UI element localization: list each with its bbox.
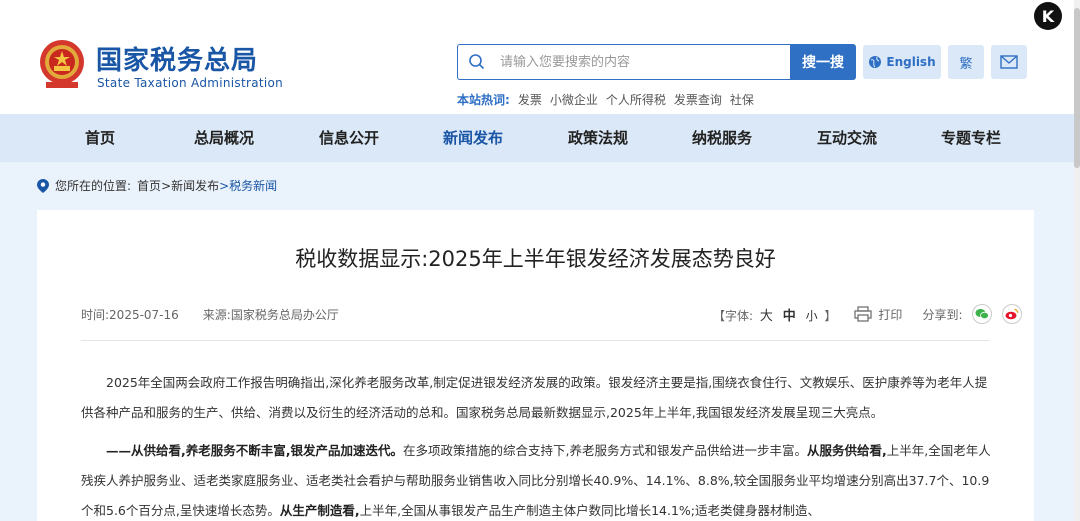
hotword-link[interactable]: 个人所得税	[606, 91, 666, 108]
font-size-large-button[interactable]: 大	[760, 309, 773, 324]
search-input[interactable]	[500, 51, 780, 73]
mail-button[interactable]	[991, 45, 1027, 79]
nav-item-home[interactable]: 首页	[40, 127, 160, 148]
nav-item-news[interactable]: 新闻发布	[413, 127, 533, 148]
globe-icon	[869, 56, 882, 68]
meta-divider	[81, 340, 990, 341]
share-label: 分享到:	[922, 307, 963, 322]
share-wechat-button[interactable]	[972, 304, 993, 324]
share-weibo-button[interactable]	[1002, 304, 1023, 324]
font-size-label-close: 】	[824, 308, 837, 323]
article-time: 时间:2025-07-16	[81, 308, 179, 322]
nav-item-interaction[interactable]: 互动交流	[787, 127, 907, 148]
font-size-small-button[interactable]: 小	[806, 309, 818, 323]
article-title: 税收数据显示:2025年上半年银发经济发展态势良好	[295, 247, 776, 271]
breadcrumb-prefix: 您所在的位置:	[55, 179, 132, 193]
weibo-icon	[1005, 308, 1019, 320]
extension-badge-icon[interactable]: K	[1034, 2, 1062, 30]
nav-item-info-disclosure[interactable]: 信息公开	[289, 127, 409, 148]
print-icon[interactable]	[854, 306, 873, 322]
breadcrumb-tax-news[interactable]: >税务新闻	[219, 179, 277, 193]
hotwords: 本站热词: 发票 小微企业 个人所得税 发票查询 社保	[457, 91, 754, 108]
main-nav: 首页 总局概况 信息公开 新闻发布 政策法规 纳税服务 互动交流 专题专栏	[0, 114, 1074, 162]
hotword-link[interactable]: 小微企业	[550, 91, 598, 108]
search-button[interactable]: 搜一搜	[790, 44, 856, 80]
hotword-link[interactable]: 发票查询	[674, 91, 722, 108]
hotword-link[interactable]: 发票	[518, 91, 542, 108]
search-box	[457, 44, 791, 80]
hotwords-label: 本站热词:	[457, 93, 510, 107]
national-emblem-icon[interactable]	[38, 38, 86, 90]
site-name-english[interactable]: State Taxation Administration	[97, 76, 283, 90]
page-scrollbar-thumb[interactable]	[1074, 8, 1080, 168]
breadcrumb-news[interactable]: >新闻发布	[161, 179, 219, 193]
article-meta: 时间:2025-07-16 来源:国家税务总局办公厅	[81, 306, 339, 323]
nav-item-policy[interactable]: 政策法规	[538, 127, 658, 148]
article-source: 来源:国家税务总局办公厅	[202, 308, 339, 322]
hotword-link[interactable]: 社保	[730, 91, 754, 108]
search-icon	[469, 54, 485, 70]
nav-item-special-topics[interactable]: 专题专栏	[911, 127, 1031, 148]
nav-item-tax-service[interactable]: 纳税服务	[662, 127, 782, 148]
font-size-label: 【字体:	[713, 308, 754, 323]
mail-icon	[1000, 55, 1018, 69]
site-name-chinese[interactable]: 国家税务总局	[96, 40, 258, 77]
english-button[interactable]: English	[863, 45, 941, 79]
print-button[interactable]: 打印	[878, 306, 902, 323]
article-paragraph-1: 2025年全国两会政府工作报告明确指出,深化养老服务改革,制定促进银发经济发展的…	[81, 375, 988, 420]
wechat-icon	[975, 309, 990, 320]
article-card: 税收数据显示:2025年上半年银发经济发展态势良好 时间:2025-07-16 …	[37, 210, 1034, 521]
article-tools: 【字体: 大 中 小 】 打印 分享到:	[713, 304, 1023, 324]
nav-item-overview[interactable]: 总局概况	[164, 127, 284, 148]
traditional-chinese-button[interactable]: 繁	[948, 45, 984, 79]
breadcrumb-home[interactable]: 首页	[137, 179, 161, 193]
article-paragraph-2: ——从供给看,养老服务不断丰富,银发产品加速迭代。在多项政策措施的综合支持下,养…	[81, 443, 991, 518]
font-size-medium-button[interactable]: 中	[783, 309, 796, 324]
site-header: 国家税务总局 State Taxation Administration 搜一搜…	[0, 0, 1074, 114]
location-pin-icon	[37, 178, 49, 193]
breadcrumb: 您所在的位置: 首页>新闻发布>税务新闻	[37, 177, 277, 194]
english-label: English	[886, 55, 936, 69]
